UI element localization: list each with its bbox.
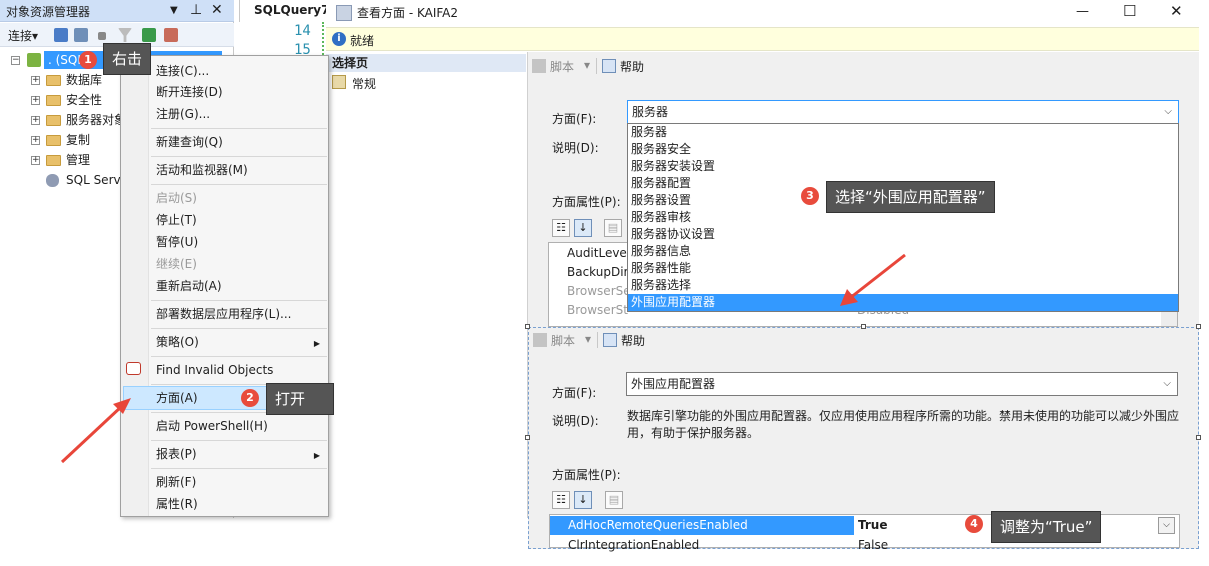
step-callout-3: 选择“外围应用配置器” (826, 181, 995, 213)
step-callout-2: 打开 (266, 383, 334, 415)
arrow-to-facets-menu (60, 398, 131, 464)
step-callout-4: 调整为“True” (991, 511, 1102, 543)
annotation-arrows (60, 253, 906, 464)
arrow-to-surface-area-option (840, 253, 906, 306)
step-badge-3: 3 (801, 187, 819, 205)
step-callout-1: 右击 (103, 43, 152, 75)
step-badge-4: 4 (965, 515, 983, 533)
step-badge-1: 1 (79, 51, 97, 69)
step-badge-2: 2 (241, 389, 259, 407)
